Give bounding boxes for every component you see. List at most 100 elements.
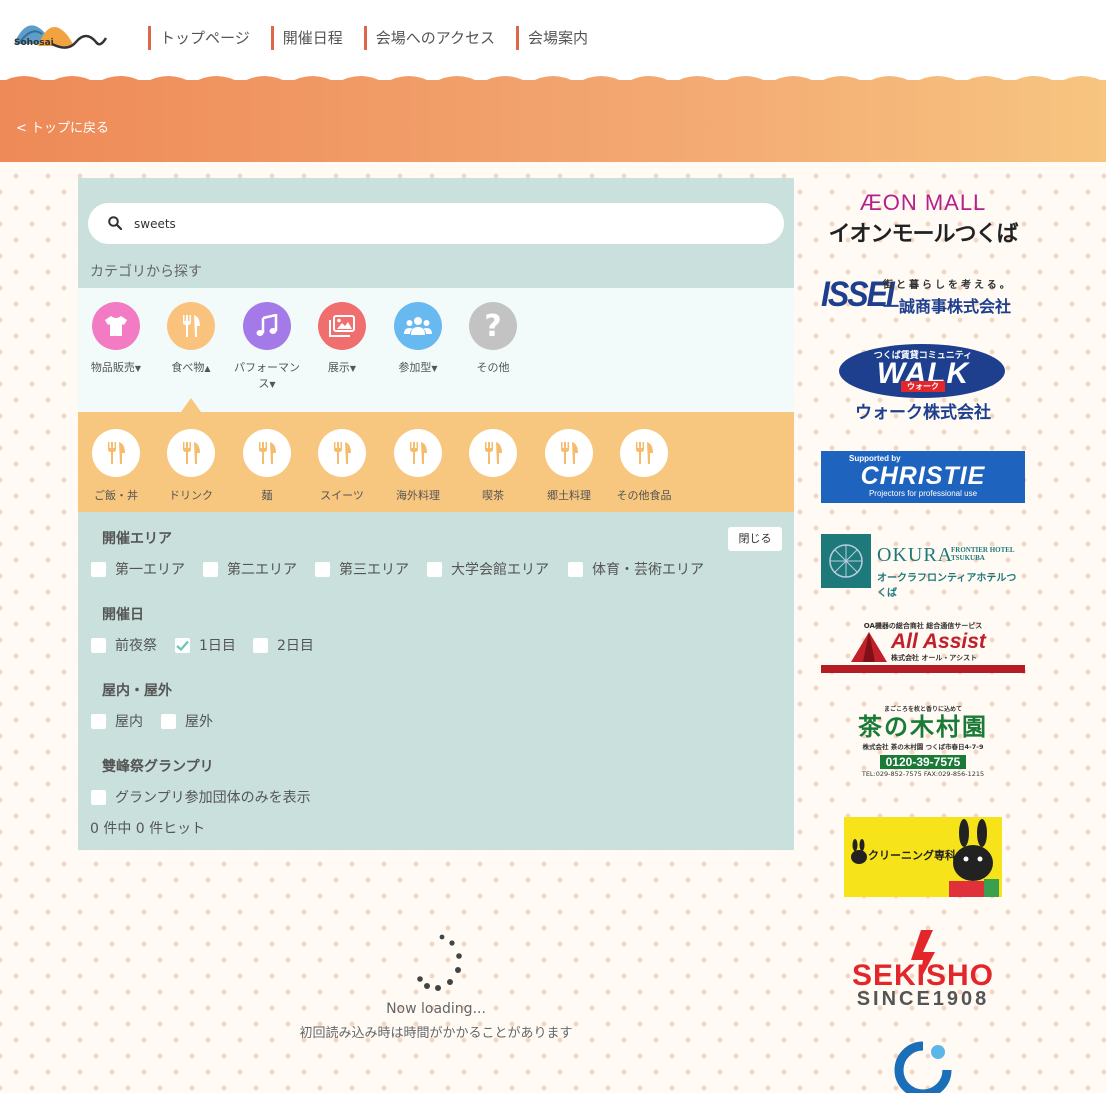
subcategory-other-food[interactable]: その他食品: [606, 429, 682, 503]
category-performance[interactable]: パフォーマンス▼: [229, 302, 305, 393]
nav-venue-guide[interactable]: 会場案内: [515, 26, 601, 50]
subcategory-sweets[interactable]: スイーツ: [304, 429, 380, 503]
option-label: 2日目: [277, 638, 314, 654]
sponsor-blue-ring-logo-icon[interactable]: [894, 1040, 952, 1093]
sponsor-line: オークラフロンティアホテルつくば: [877, 573, 1017, 599]
utensils-icon: [620, 429, 668, 477]
sohosai-logo[interactable]: Sohosai: [12, 16, 108, 54]
subcategory-label: ご飯・丼: [94, 489, 138, 502]
category-label: 参加型: [398, 361, 432, 374]
grandprix-option[interactable]: グランプリ参加団体のみを表示: [91, 787, 311, 807]
nav-access[interactable]: 会場へのアクセス: [363, 26, 508, 50]
sponsor-line: 株式会社 オール・アシスト: [891, 654, 978, 662]
sponsor-all-assist[interactable]: OA機器の総合商社 総合通信サービス All Assist 株式会社 オール・ア…: [821, 621, 1025, 673]
sponsor-walk[interactable]: つくば賃貸コミュニティ WALK ウォーク ウォーク株式会社: [821, 344, 1025, 423]
area-option-2[interactable]: 第二エリア: [203, 559, 297, 579]
subcategory-noodles[interactable]: 麺: [229, 429, 305, 503]
option-label: 屋内: [115, 714, 143, 730]
checkbox[interactable]: [91, 561, 106, 577]
site-header: Sohosai トップページ 開催日程 会場へのアクセス 会場案内: [0, 0, 1106, 80]
nav-schedule[interactable]: 開催日程: [270, 26, 356, 50]
caret-down-icon: ▼: [431, 364, 438, 373]
utensils-icon: [92, 429, 140, 477]
place-option-outdoor[interactable]: 屋外: [161, 711, 213, 731]
sponsor-cleaning[interactable]: クリーニング専科: [844, 817, 1002, 897]
sponsor-okura[interactable]: OKURA FRONTIER HOTEL TSUKUBA オークラフロンティアホ…: [821, 534, 1025, 599]
checkbox[interactable]: [91, 637, 106, 653]
area-option-hall[interactable]: 大学会館エリア: [427, 559, 549, 579]
place-option-indoor[interactable]: 屋内: [91, 711, 143, 731]
date-option-day1[interactable]: 1日目: [175, 635, 236, 655]
category-heading: カテゴリから探す: [90, 264, 202, 280]
sponsor-line: ウォーク: [901, 381, 945, 392]
people-icon: [394, 302, 442, 350]
category-label: 展示: [327, 361, 350, 374]
pyramid-logo-icon: [851, 632, 887, 662]
date-option-eve[interactable]: 前夜祭: [91, 635, 157, 655]
sponsor-line: CHRISTIE: [860, 462, 986, 490]
sponsor-kimuraen[interactable]: まごころを枚と香りに込めて 茶の木村園 株式会社 茶の木村園 つくば市春日4-7…: [821, 704, 1025, 784]
sponsor-line: All Assist: [891, 630, 986, 653]
subcategory-label: 海外料理: [396, 489, 440, 502]
sponsor-issei[interactable]: ISSEI 街と暮らしを考える。 一誠商事株式会社: [821, 274, 1025, 316]
category-exhibition[interactable]: 展示▼: [304, 302, 380, 377]
subcategory-local[interactable]: 郷土料理: [531, 429, 607, 503]
area-option-3[interactable]: 第三エリア: [315, 559, 409, 579]
nav-top-page[interactable]: トップページ: [148, 26, 263, 50]
area-option-1[interactable]: 第一エリア: [91, 559, 185, 579]
checkbox[interactable]: [315, 561, 330, 577]
category-participatory[interactable]: 参加型▼: [380, 302, 456, 377]
utensils-icon: [243, 429, 291, 477]
main-nav: トップページ 開催日程 会場へのアクセス 会場案内: [148, 26, 609, 50]
checkbox[interactable]: [253, 637, 268, 653]
subcategory-row: ご飯・丼 ドリンク 麺 スイーツ 海外料理 喫茶 郷土料理 その他食品: [78, 412, 794, 512]
sponsor-line: 0120-39-7575: [879, 755, 967, 769]
checkbox[interactable]: [203, 561, 218, 577]
option-label: 前夜祭: [115, 638, 157, 654]
sponsor-line: Projectors for professional use: [868, 489, 978, 498]
option-label: 大学会館エリア: [451, 562, 549, 578]
checkbox-checked[interactable]: [175, 637, 190, 653]
loading-spinner-icon: [417, 934, 462, 991]
area-option-sports-arts[interactable]: 体育・芸術エリア: [568, 559, 704, 579]
sponsor-christie[interactable]: Supported by CHRISTIE Projectors for pro…: [821, 451, 1025, 503]
sponsor-line: 株式会社 茶の木村園 つくば市春日4-7-9: [862, 743, 984, 751]
checkbox[interactable]: [427, 561, 442, 577]
category-food[interactable]: 食べ物▲: [153, 302, 229, 377]
utensils-icon: [318, 429, 366, 477]
checkbox[interactable]: [568, 561, 583, 577]
back-to-top-link[interactable]: < トップに戻る: [16, 117, 109, 136]
checkbox[interactable]: [91, 713, 106, 729]
close-button[interactable]: 閉じる: [728, 527, 782, 551]
checkbox[interactable]: [91, 789, 106, 805]
place-filter-title: 屋内・屋外: [102, 683, 172, 699]
option-label: グランプリ参加団体のみを表示: [115, 790, 311, 806]
sponsor-aeon-mall[interactable]: ÆON MALL イオンモールつくば: [821, 190, 1025, 247]
category-goods[interactable]: 物品販売▼: [78, 302, 154, 377]
subcategory-foreign[interactable]: 海外料理: [380, 429, 456, 503]
category-other[interactable]: ? その他: [455, 302, 531, 376]
sponsor-line: ÆON MALL: [859, 190, 987, 215]
utensils-icon: [545, 429, 593, 477]
caret-down-icon: ▼: [269, 380, 276, 389]
checkbox[interactable]: [161, 713, 176, 729]
option-label: 第三エリア: [339, 562, 409, 578]
subcategory-label: 喫茶: [482, 489, 504, 502]
sponsor-line: OKURA: [877, 544, 954, 566]
tshirt-icon: [92, 302, 140, 350]
category-label: 物品販売: [90, 361, 135, 374]
subcategory-drink[interactable]: ドリンク: [153, 429, 229, 503]
option-label: 体育・芸術エリア: [592, 562, 704, 578]
subcategory-rice-bowl[interactable]: ご飯・丼: [78, 429, 154, 503]
date-option-day2[interactable]: 2日目: [253, 635, 314, 655]
sponsor-line: 街と暮らしを考える。: [883, 280, 1013, 291]
sponsor-sekisho[interactable]: SEKISHO SINCE1908: [821, 930, 1025, 1010]
search-input[interactable]: [134, 213, 734, 235]
subcategory-cafe[interactable]: 喫茶: [455, 429, 531, 503]
utensils-icon: [394, 429, 442, 477]
sponsor-line: 一誠商事株式会社: [883, 297, 1012, 316]
search-panel: カテゴリから探す 物品販売▼ 食べ物▲ パフォーマンス▼ 展示▼: [78, 178, 794, 850]
category-label: パフォーマンス: [234, 361, 300, 390]
subcategory-label: 麺: [261, 489, 273, 502]
sponsor-line: TEL:029-852-7575 FAX:029-856-1215: [861, 770, 985, 778]
